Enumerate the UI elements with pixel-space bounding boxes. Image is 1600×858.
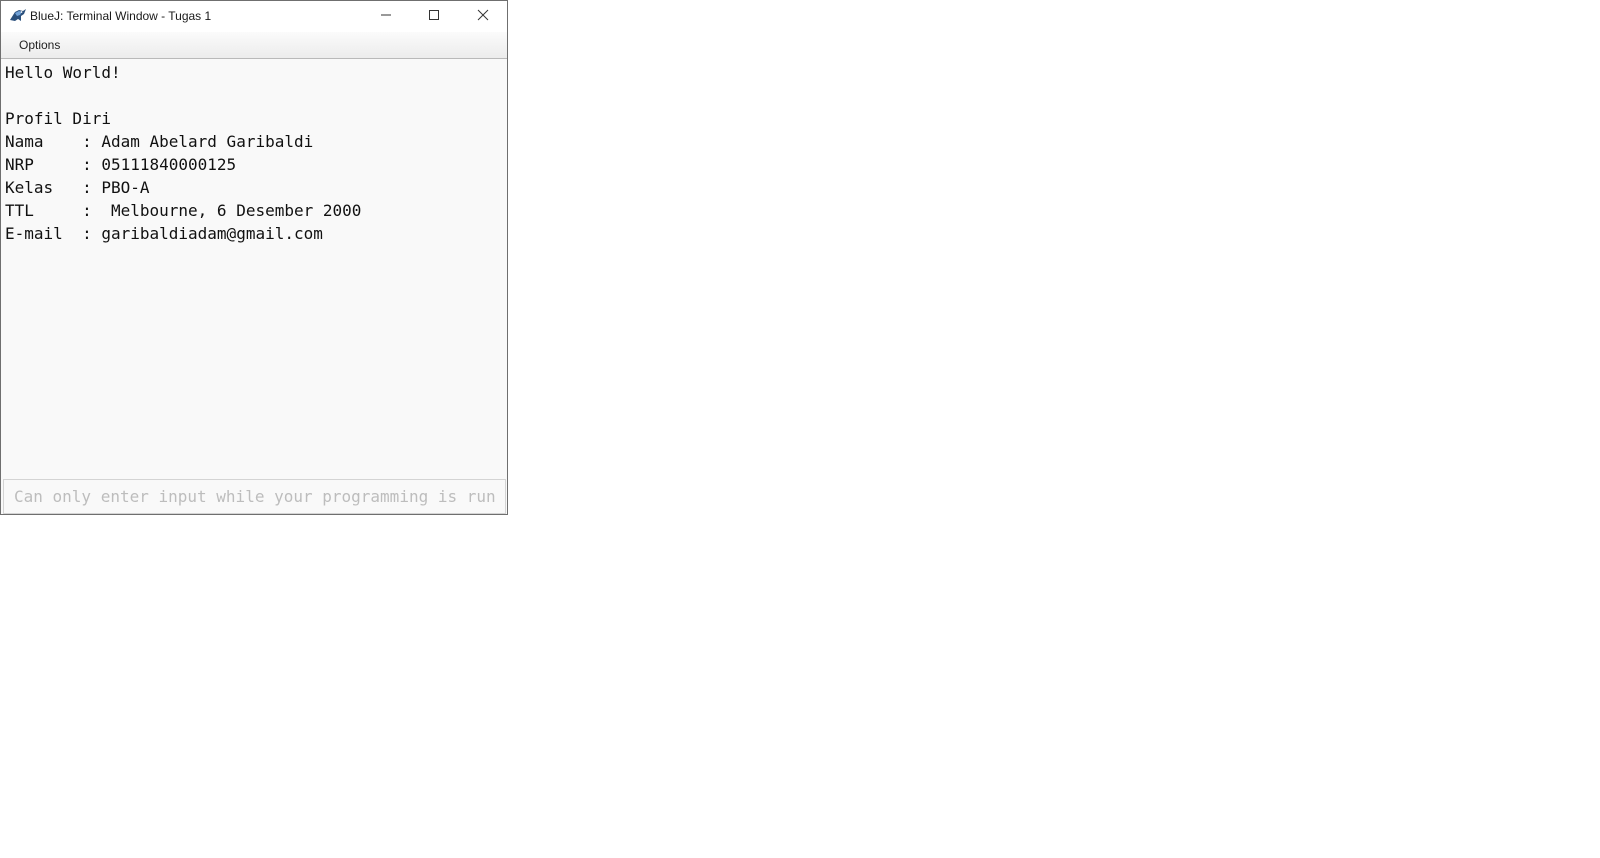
terminal-line: Kelas : PBO-A	[5, 178, 150, 197]
terminal-output[interactable]: Hello World! Profil Diri Nama : Adam Abe…	[1, 59, 507, 479]
maximize-button[interactable]	[411, 1, 457, 32]
terminal-window: BlueJ: Terminal Window - Tugas 1 Options…	[0, 0, 508, 515]
terminal-line: Profil Diri	[5, 109, 111, 128]
terminal-line: Nama : Adam Abelard Garibaldi	[5, 132, 314, 151]
terminal-line: Hello World!	[5, 63, 121, 82]
terminal-line: TTL : Melbourne, 6 Desember 2000	[5, 201, 362, 220]
maximize-icon	[428, 8, 440, 26]
terminal-input-field[interactable]	[3, 479, 506, 514]
menu-options[interactable]: Options	[17, 38, 62, 52]
bluej-bird-icon	[9, 8, 27, 24]
terminal-line: NRP : 05111840000125	[5, 155, 237, 174]
terminal-line: E-mail : garibaldiadam@gmail.com	[5, 224, 323, 243]
minimize-button[interactable]	[363, 1, 409, 32]
menu-bar: Options	[1, 32, 507, 59]
window-title: BlueJ: Terminal Window - Tugas 1	[30, 9, 212, 23]
close-icon	[477, 8, 489, 26]
close-button[interactable]	[460, 1, 506, 32]
title-bar[interactable]: BlueJ: Terminal Window - Tugas 1	[1, 1, 507, 32]
minimize-icon	[380, 8, 392, 26]
